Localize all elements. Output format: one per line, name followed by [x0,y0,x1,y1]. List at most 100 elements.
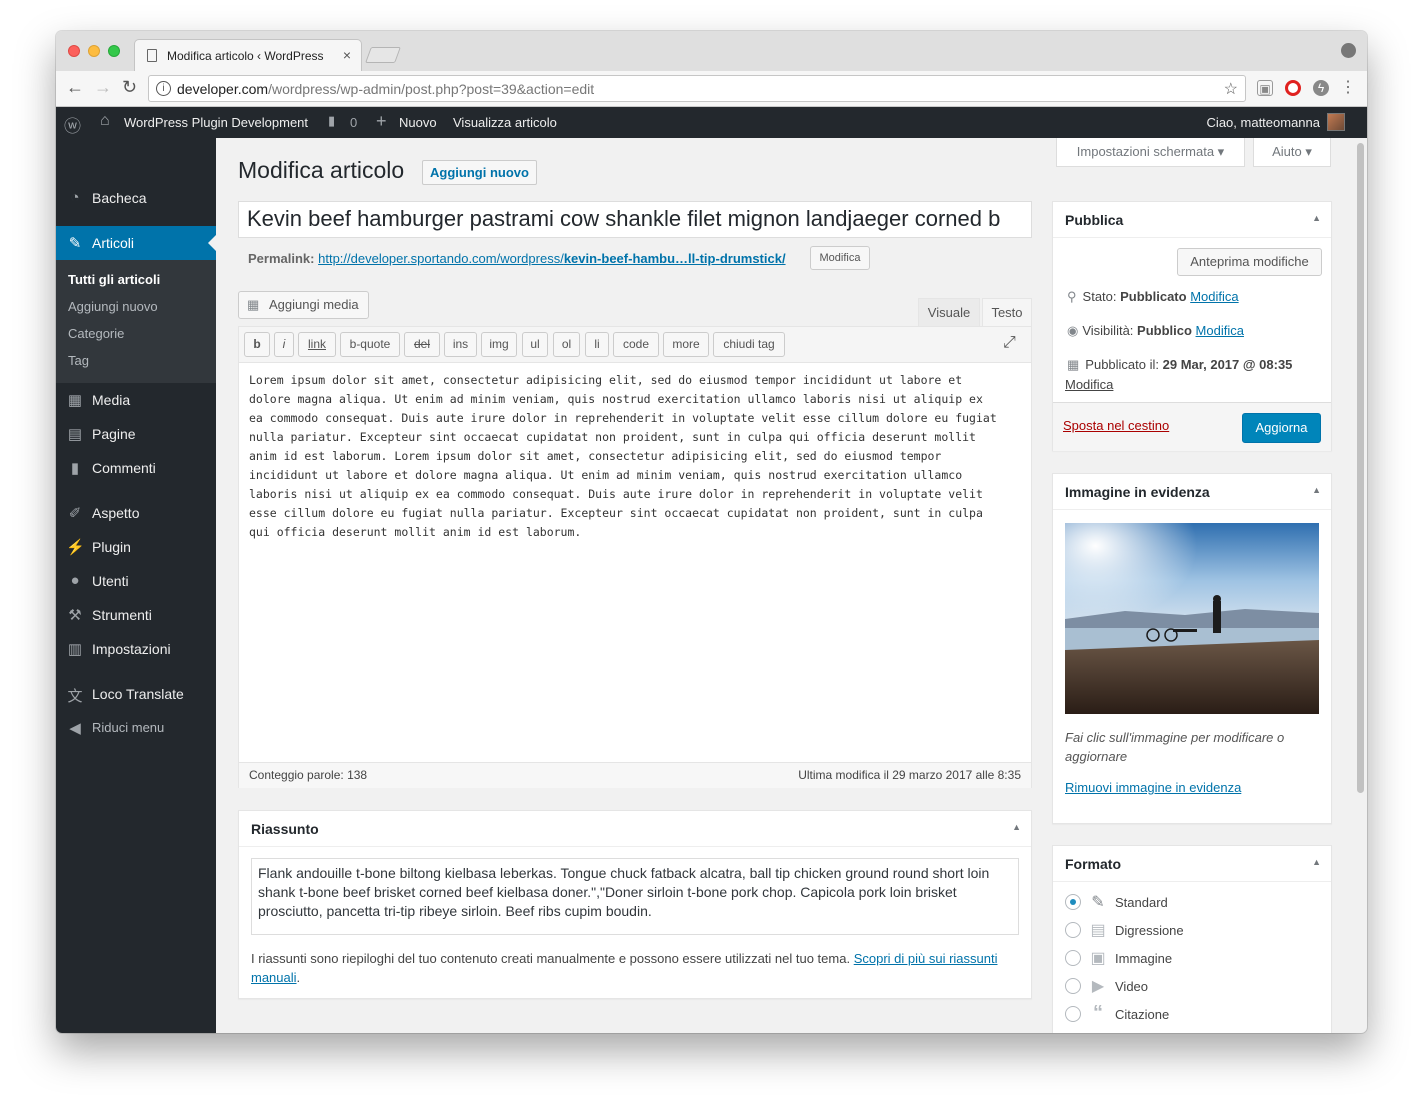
qt-li-button[interactable]: li [585,332,609,357]
zoom-window-button[interactable] [108,45,120,57]
sidebar-item-utenti[interactable]: ● Utenti [56,564,216,598]
wordpress-logo-icon[interactable]: ⓦ [64,112,81,137]
new-content-link[interactable]: Nuovo [399,115,437,130]
format-radio-quote[interactable] [1065,1006,1081,1022]
qt-code-button[interactable]: code [613,332,659,357]
word-count: Conteggio parole: 138 [249,768,368,782]
home-icon[interactable]: ⌂ [100,112,110,130]
qt-more-button[interactable]: more [663,332,709,357]
excerpt-header[interactable]: Riassunto ▲ [239,811,1031,847]
qt-ul-button[interactable]: ul [522,332,548,357]
format-label-aside: Digressione [1115,923,1184,938]
sidebar-item-strumenti[interactable]: ⚒ Strumenti [56,598,216,632]
sidebar-item-label: Loco Translate [92,686,184,702]
plus-icon[interactable]: + [376,111,387,132]
collapse-menu-button[interactable]: ◀ Riduci menu [56,711,216,745]
qt-bold-button[interactable]: b [244,332,270,357]
pin-icon: ⚲ [1067,289,1077,304]
reload-icon[interactable]: ↻ [122,77,137,98]
avatar[interactable] [1327,113,1345,131]
info-icon[interactable]: i [156,81,171,96]
sidebar-item-bacheca[interactable]: ◔ Bacheca [56,181,216,215]
forward-icon[interactable]: → [94,77,112,98]
add-new-post-button[interactable]: Aggiungi nuovo [422,160,537,185]
back-icon[interactable]: ← [66,77,84,98]
post-title-input[interactable]: Kevin beef hamburger pastrami cow shankl… [238,201,1032,238]
permalink-link[interactable]: http://developer.sportando.com/wordpress… [318,251,785,266]
remove-featured-image-link[interactable]: Rimuovi immagine in evidenza [1065,780,1241,795]
move-to-trash-link[interactable]: Sposta nel cestino [1063,418,1169,433]
qt-ins-button[interactable]: ins [444,332,477,357]
fullscreen-icon[interactable]: ⤢ [1003,334,1016,352]
featured-image[interactable] [1065,523,1319,714]
comments-count[interactable]: 0 [350,115,357,130]
submenu-categories[interactable]: Categorie [68,326,124,341]
permalink-edit-button[interactable]: Modifica [810,246,870,270]
camera-icon[interactable]: ▣ [1257,80,1273,96]
submenu-add-new[interactable]: Aggiungi nuovo [68,299,158,314]
sidebar-item-impostazioni[interactable]: ▥ Impostazioni [56,632,216,666]
address-bar[interactable]: i developer.com/wordpress/wp-admin/post.… [148,75,1246,102]
submenu-all-posts[interactable]: Tutti gli articoli [68,272,160,287]
collapse-arrow-icon[interactable]: ▲ [1312,857,1321,867]
sidebar-item-commenti[interactable]: ▮ Commenti [56,451,216,485]
format-header[interactable]: Formato ▲ [1053,846,1331,882]
add-media-button[interactable]: ▦ Aggiungi media [238,291,369,319]
minimize-window-button[interactable] [88,45,100,57]
collapse-arrow-icon[interactable]: ▲ [1012,822,1021,832]
edit-date-link[interactable]: Modifica [1065,377,1113,392]
view-post-link[interactable]: Visualizza articolo [453,115,557,130]
browser-tab[interactable]: Modifica articolo ‹ WordPress × [134,39,362,71]
bookmark-star-icon[interactable]: ☆ [1224,79,1238,99]
last-edit: Ultima modifica il 29 marzo 2017 alle 8:… [798,768,1021,782]
comment-icon[interactable]: ▮ [328,113,335,129]
excerpt-help: I riassunti sono riepiloghi del tuo cont… [251,951,998,985]
tab-close-icon[interactable]: × [343,47,351,63]
post-content-textarea[interactable]: Lorem ipsum dolor sit amet, consectetur … [249,371,1021,542]
collapse-arrow-icon[interactable]: ▲ [1312,213,1321,223]
format-radio-image[interactable] [1065,950,1081,966]
format-radio-aside[interactable] [1065,922,1081,938]
new-tab-button[interactable] [365,47,401,63]
screen-options-button[interactable]: Impostazioni schermata ▾ [1056,138,1245,167]
qt-blockquote-button[interactable]: b-quote [340,332,400,357]
tab-visual[interactable]: Visuale [918,298,980,326]
qt-close-tags-button[interactable]: chiudi tag [713,332,785,357]
plugin-icon: ⚡ [66,539,85,556]
edit-visibility-link[interactable]: Modifica [1196,323,1244,338]
sidebar-item-plugin[interactable]: ⚡ Plugin [56,530,216,564]
sidebar-item-label: Strumenti [92,607,152,623]
qt-italic-button[interactable]: i [274,332,294,357]
excerpt-textarea[interactable]: Flank andouille t-bone biltong kielbasa … [251,858,1019,935]
qt-img-button[interactable]: img [481,332,517,357]
format-radio-video[interactable] [1065,978,1081,994]
collapse-arrow-icon[interactable]: ▲ [1312,485,1321,495]
sidebar-item-articoli[interactable]: ✎ Articoli [56,226,216,260]
publish-date-row: ▦ Pubblicato il: 29 Mar, 2017 @ 08:35 [1067,357,1293,372]
qt-ol-button[interactable]: ol [553,332,580,357]
publish-header[interactable]: Pubblica ▲ [1053,202,1331,238]
account-greeting[interactable]: Ciao, matteomanna [1207,115,1320,130]
qt-link-button[interactable]: link [298,332,336,357]
tab-text[interactable]: Testo [982,298,1032,327]
site-name-link[interactable]: WordPress Plugin Development [124,115,308,130]
close-window-button[interactable] [68,45,80,57]
featured-image-header[interactable]: Immagine in evidenza ▲ [1053,474,1331,510]
profile-icon[interactable] [1341,43,1356,58]
format-box: Formato ▲ ✎ Standard ▤ Digressione ▣ Imm… [1052,845,1332,1033]
opera-icon[interactable] [1285,80,1301,96]
format-radio-standard[interactable] [1065,894,1081,910]
sidebar-item-media[interactable]: ▦ Media [56,383,216,417]
preview-changes-button[interactable]: Anteprima modifiche [1177,248,1322,276]
submenu-tags[interactable]: Tag [68,353,89,368]
page-scrollbar[interactable] [1357,143,1364,793]
qt-del-button[interactable]: del [404,332,440,357]
menu-dots-icon[interactable]: ⋮ [1340,80,1356,96]
edit-status-link[interactable]: Modifica [1190,289,1238,304]
update-button[interactable]: Aggiorna [1242,413,1321,443]
bolt-icon[interactable]: ϟ [1313,80,1329,96]
help-button[interactable]: Aiuto ▾ [1253,138,1331,167]
sidebar-item-loco-translate[interactable]: 文 Loco Translate [56,677,216,711]
sidebar-item-pagine[interactable]: ▤ Pagine [56,417,216,451]
sidebar-item-aspetto[interactable]: ✐ Aspetto [56,496,216,530]
